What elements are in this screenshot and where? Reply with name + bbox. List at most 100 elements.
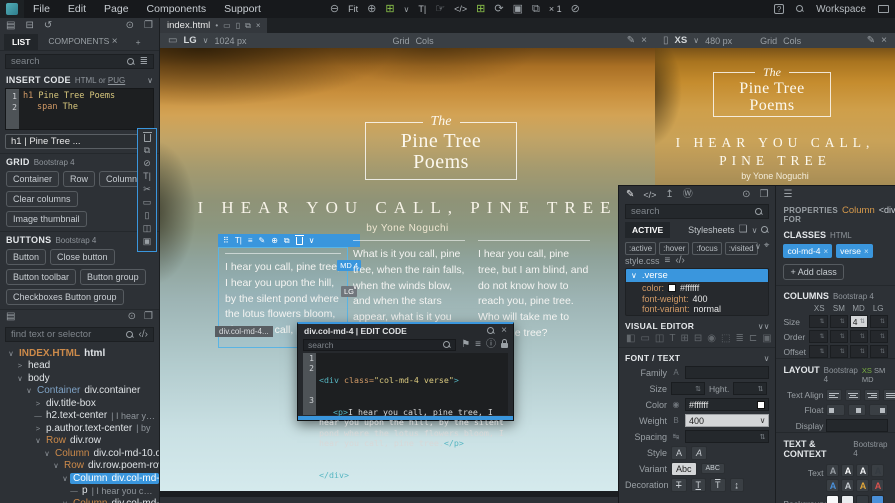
styles-search[interactable]: search — [625, 204, 770, 219]
close-view-icon[interactable]: × — [881, 35, 887, 46]
wrap-icon[interactable]: ◫ — [143, 224, 152, 233]
list-icon[interactable]: ≡ — [248, 236, 253, 245]
text-color-button[interactable]: A — [841, 479, 855, 492]
stylesheet-row[interactable]: style.css ≡ ‹/› — [625, 256, 769, 267]
pseudo-state-button[interactable]: :active — [625, 242, 657, 255]
pseudo-state-button[interactable]: :visited — [724, 242, 758, 255]
code-search-input[interactable]: search — [303, 339, 457, 351]
tree-expander-icon[interactable]: ∨ — [24, 386, 34, 395]
close-icon[interactable]: × — [112, 37, 118, 47]
tree-node[interactable]: ∨ Container div.container — [0, 385, 159, 398]
tree-node[interactable]: > head — [0, 360, 159, 373]
font-text-header[interactable]: FONT / TEXT ∨ — [625, 353, 769, 363]
size-sm-stepper[interactable] — [829, 315, 848, 328]
text-edit-icon[interactable]: T| — [143, 172, 151, 181]
css-property-row[interactable]: color: #ffffff — [626, 282, 768, 293]
export-tab-icon[interactable]: ↥ — [665, 189, 673, 200]
tree-expander-icon[interactable]: — — [69, 486, 79, 495]
trash-icon[interactable] — [142, 132, 152, 142]
background-swatch[interactable] — [856, 495, 870, 503]
deco-underline-button[interactable]: T — [690, 477, 706, 492]
offset-lg-stepper[interactable] — [869, 345, 888, 358]
edit-icon[interactable]: ✎ — [259, 236, 266, 245]
pen-icon[interactable]: ✎ — [627, 35, 635, 46]
remove-class-icon[interactable]: × — [824, 247, 829, 256]
align-center-button[interactable] — [845, 389, 862, 401]
tree-expander-icon[interactable]: ∨ — [60, 474, 70, 483]
eye-icon[interactable]: ⊙ — [742, 189, 750, 200]
insert-code-header[interactable]: INSERT CODE HTML or PUG ∨ — [0, 72, 159, 87]
flag-icon[interactable]: ⚑ — [461, 340, 470, 350]
deco-strike-button[interactable]: T — [671, 477, 687, 492]
hand-tool-icon[interactable]: ☞ — [435, 3, 445, 15]
tree-search-input[interactable]: find text or selector — [11, 329, 121, 340]
visual-tool-icon[interactable]: ⊞ — [680, 334, 688, 344]
page-tab[interactable]: index.html • ▭ ▯ ⧉ × — [160, 18, 268, 33]
close-view-icon[interactable]: × — [641, 35, 647, 46]
component-button[interactable]: Image thumbnail — [6, 211, 87, 227]
eye-icon[interactable]: ⊙ — [128, 312, 136, 322]
close-tab-icon[interactable]: × — [256, 21, 261, 30]
eyedropper-icon[interactable]: ◉ — [671, 400, 681, 409]
spacing-stepper[interactable] — [685, 430, 770, 443]
grid-toggle[interactable]: Grid — [760, 36, 777, 46]
window-icon[interactable]: ❐ — [144, 312, 153, 322]
size-xs-stepper[interactable] — [809, 315, 828, 328]
wordpress-tab-icon[interactable]: Ⓦ — [683, 189, 693, 200]
offset-md-stepper[interactable] — [849, 345, 868, 358]
tree-expander-icon[interactable]: > — [33, 399, 43, 408]
doc-icon[interactable]: ❏ — [739, 225, 748, 235]
pinegrow-logo[interactable] — [0, 0, 24, 18]
visual-tool-icon[interactable]: ▣ — [762, 334, 771, 344]
color-swatch[interactable] — [757, 400, 766, 409]
tree-expander-icon[interactable]: — — [33, 411, 43, 420]
float-left-button[interactable] — [826, 404, 845, 416]
tree-expander-icon[interactable]: ∨ — [42, 449, 52, 458]
style-normal-button[interactable]: A — [671, 445, 688, 460]
styles-search-input[interactable]: search — [631, 206, 750, 217]
search-input[interactable]: search — [11, 56, 122, 67]
text-color-button[interactable]: A — [856, 479, 870, 492]
grid-section-header[interactable]: GRID Bootstrap 4 ∨ — [0, 153, 159, 169]
print-icon[interactable]: ⊟ — [25, 21, 33, 31]
background-swatch[interactable] — [826, 495, 840, 503]
chevron-down-icon[interactable]: ∨ — [203, 36, 209, 45]
visual-tool-icon[interactable]: ⊟ — [694, 334, 702, 344]
clone-view-icon[interactable]: ⧉ — [245, 21, 251, 30]
tree-node[interactable]: — p | I hear you call, pin... — [0, 485, 159, 498]
component-button[interactable]: Button — [6, 249, 47, 265]
edit-code-titlebar[interactable]: div.col-md-4 | EDIT CODE × — [298, 324, 513, 337]
menu-item[interactable]: Edit — [59, 3, 95, 15]
info-icon[interactable]: ⓘ — [486, 340, 496, 350]
offset-sm-stepper[interactable] — [829, 345, 848, 358]
tree-node[interactable]: ∨ Row div.row — [0, 435, 159, 448]
code-pair-icon[interactable]: ‹/› — [139, 329, 148, 340]
insert-code-editor[interactable]: 1 2 h1 Pine Tree Poems span The — [5, 88, 154, 130]
cols-toggle[interactable]: Cols — [783, 36, 801, 46]
menu-item[interactable]: File — [24, 3, 59, 15]
color-swatch[interactable] — [668, 284, 677, 292]
desktop-view-icon[interactable]: ▭ — [223, 21, 231, 30]
tree-expander-icon[interactable]: ∨ — [33, 436, 43, 445]
text-color-button[interactable]: A — [871, 464, 885, 477]
order-lg-stepper[interactable] — [869, 330, 888, 343]
library-search[interactable]: search ≣ — [5, 54, 154, 69]
code-window-resize-handle[interactable] — [298, 416, 513, 420]
variant-normal-button[interactable]: Abc — [671, 461, 697, 476]
filter-icon[interactable]: ≣ — [140, 56, 148, 67]
component-button[interactable]: Button toolbar — [6, 269, 77, 285]
collapse-icon[interactable]: ∨∨ — [758, 322, 770, 331]
link-icon[interactable]: ⊕ — [271, 236, 278, 245]
order-sm-stepper[interactable] — [829, 330, 848, 343]
grid-toggle[interactable]: Grid — [393, 36, 410, 46]
phone-view-icon[interactable]: ▯ — [236, 21, 240, 30]
page-canvas[interactable]: The Pine Tree Poems I HEAR YOU CALL, PIN… — [160, 48, 655, 497]
code-tool-icon[interactable]: </> — [454, 4, 467, 14]
tree-expander-icon[interactable]: ∨ — [15, 374, 25, 383]
clone-page-icon[interactable]: ⧉ — [532, 3, 540, 15]
help-icon[interactable]: ? — [774, 4, 785, 14]
menu-icon[interactable]: ≡ — [665, 256, 671, 266]
close-icon[interactable]: × — [501, 325, 507, 336]
component-button[interactable]: Checkboxes Button group — [6, 289, 124, 305]
screen-icon[interactable]: ▣ — [513, 3, 523, 15]
